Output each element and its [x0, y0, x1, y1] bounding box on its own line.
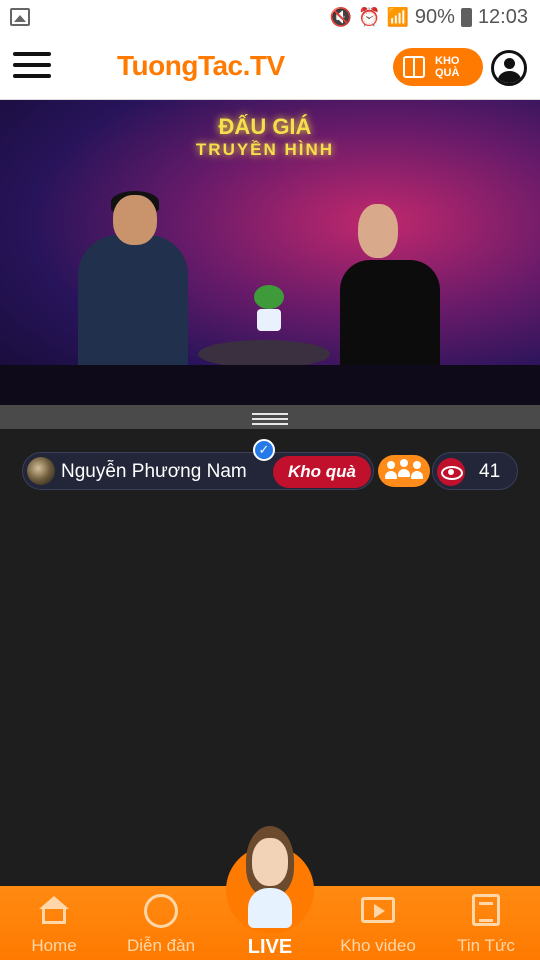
live-mascot-button[interactable] — [226, 826, 314, 934]
studio-sign-line2: TRUYỀN HÌNH — [195, 140, 335, 159]
app-logo[interactable]: TuongTac.TV — [117, 50, 285, 82]
gift-icon — [403, 56, 425, 78]
news-icon — [469, 894, 503, 928]
group-users-icon[interactable] — [378, 455, 430, 487]
nav-forum[interactable]: Diễn đàn — [118, 886, 204, 960]
user-account-icon[interactable] — [491, 50, 527, 86]
home-icon — [37, 894, 71, 928]
kho-qua-button[interactable]: Kho quà — [273, 456, 371, 488]
nav-forum-label: Diễn đàn — [126, 936, 196, 955]
video-floor — [0, 365, 540, 405]
studio-sign: ĐẤU GIÁ TRUYỀN HÌNH — [135, 114, 395, 160]
panel-drag-handle[interactable] — [0, 405, 540, 429]
status-icons: 🔇 ⏰ 📶 90% 12:03 — [330, 6, 528, 29]
live-video-player[interactable]: ĐẤU GIÁ TRUYỀN HÌNH — [0, 100, 540, 405]
video-icon — [361, 894, 395, 928]
nav-news-label: Tin Tức — [457, 936, 515, 955]
viewer-count-pill: 41 — [432, 452, 518, 490]
host-name[interactable]: Nguyễn Phương Nam — [61, 461, 247, 483]
battery-icon — [460, 8, 472, 27]
nav-home-label: Home — [31, 936, 77, 955]
viewer-count: 41 — [479, 461, 501, 482]
host-info-row: Nguyễn Phương Nam ✓ Kho quà 41 — [22, 439, 518, 490]
video-plant — [252, 285, 286, 331]
alarm-icon: ⏰ — [358, 7, 381, 27]
studio-sign-line1: ĐẤU GIÁ — [218, 114, 312, 139]
status-bar: 🔇 ⏰ 📶 90% 12:03 — [0, 0, 540, 36]
verified-check-icon: ✓ — [253, 439, 275, 461]
nav-home[interactable]: Home — [24, 886, 84, 960]
app-header: TuongTac.TV KHO QUÀ — [0, 36, 540, 100]
nav-news[interactable]: Tin Tức — [450, 886, 522, 960]
mute-icon: 🔇 — [329, 7, 353, 27]
forum-icon — [144, 894, 178, 928]
kho-qua-header-button[interactable]: KHO QUÀ — [393, 48, 483, 86]
clock: 12:03 — [477, 6, 528, 28]
drag-handle-icon — [252, 413, 288, 428]
nav-video[interactable]: Kho video — [334, 886, 422, 960]
video-table — [198, 340, 330, 368]
kho-qua-header-label: KHO QUÀ — [435, 55, 460, 79]
menu-icon[interactable] — [13, 52, 51, 82]
gallery-notification-icon — [10, 8, 30, 26]
eye-icon — [437, 458, 465, 486]
host-pill: Nguyễn Phương Nam ✓ Kho quà — [22, 439, 374, 490]
nav-video-label: Kho video — [340, 936, 416, 955]
wifi-icon: 📶 — [386, 7, 409, 27]
battery-percent: 90% — [414, 6, 455, 28]
nav-live-label: LIVE — [247, 936, 293, 958]
host-avatar[interactable] — [27, 457, 55, 485]
